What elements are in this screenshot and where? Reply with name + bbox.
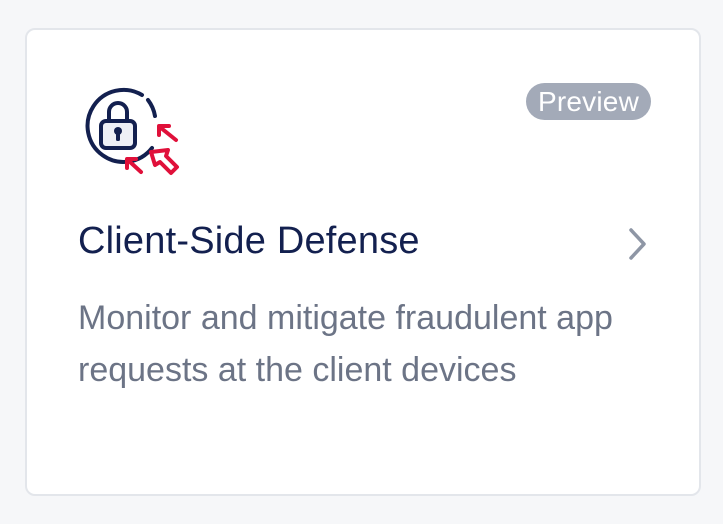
card-title: Client-Side Defense — [78, 220, 420, 262]
preview-badge: Preview — [526, 83, 651, 120]
chevron-right-icon[interactable] — [627, 226, 649, 262]
card-description: Monitor and mitigate fraudulent app requ… — [78, 299, 613, 389]
client-side-defense-icon — [85, 87, 179, 175]
client-side-defense-card[interactable]: Preview Client-Side Defense Monitor and … — [25, 28, 701, 496]
